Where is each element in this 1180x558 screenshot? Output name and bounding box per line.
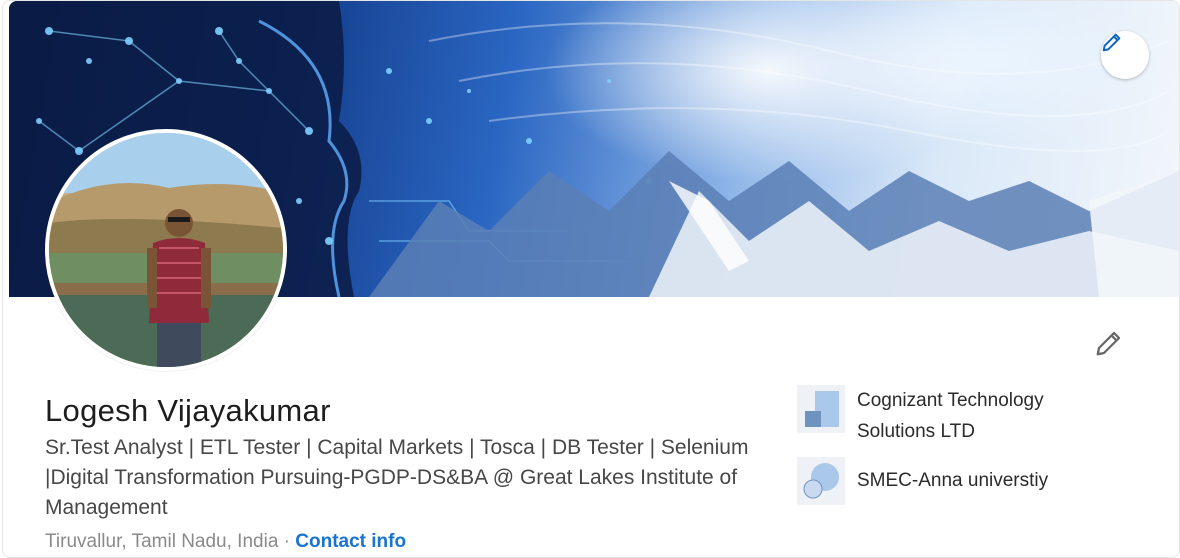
profile-name: Logesh Vijayakumar [45,393,331,428]
pencil-icon [1102,33,1121,52]
profile-card: Logesh Vijayakumar Sr.Test Analyst | ETL… [2,0,1180,558]
profile-photo[interactable] [45,129,287,371]
edit-banner-button[interactable] [1101,31,1149,79]
profile-photo-image [49,133,283,367]
contact-info-link[interactable]: Contact info [295,531,406,552]
company-logo-icon [797,385,845,433]
separator-dot: · [283,531,290,552]
location-row: Tiruvallur, Tamil Nadu, India · Contact … [45,531,406,553]
profile-headline: Sr.Test Analyst | ETL Tester | Capital M… [45,436,749,519]
edit-profile-button[interactable] [1089,323,1129,363]
pencil-icon [1096,331,1121,356]
education-school[interactable]: SMEC-Anna universtiy [797,457,1117,505]
company-name: Cognizant Technology Solutions LTD [857,390,1044,442]
profile-location: Tiruvallur, Tamil Nadu, India [45,531,279,552]
school-logo-icon [797,457,845,505]
current-company[interactable]: Cognizant Technology Solutions LTD [797,385,1117,447]
school-name: SMEC-Anna universtiy [857,470,1049,491]
